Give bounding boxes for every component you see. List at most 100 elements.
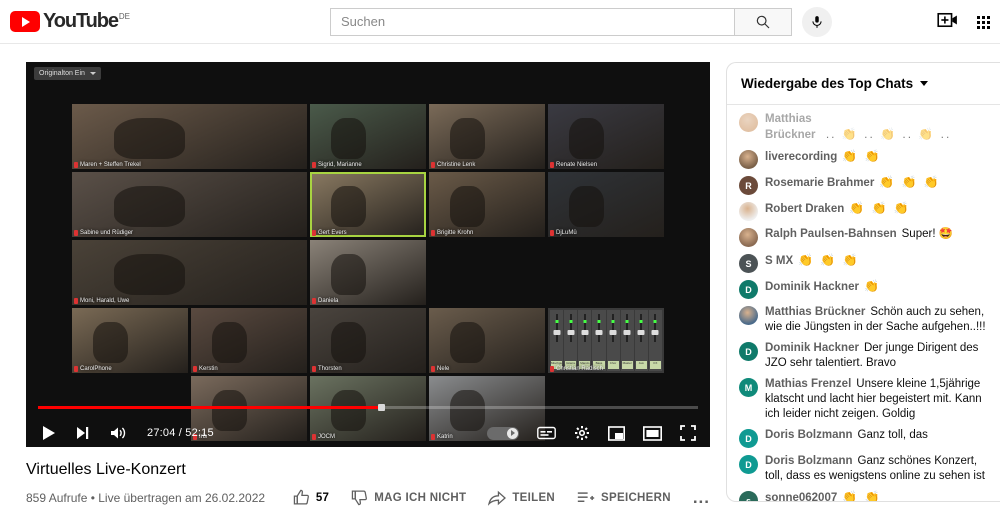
subtitles-button[interactable] xyxy=(537,426,556,440)
volume-button[interactable] xyxy=(110,426,127,440)
mixer-level-lamp xyxy=(555,320,559,323)
like-button[interactable]: 57 xyxy=(293,489,329,506)
participant-name-text: Daniela xyxy=(318,298,339,304)
video-player[interactable]: Originalton Ein Maren + Steffen Trekel Si… xyxy=(26,62,710,447)
more-icon: ... xyxy=(692,487,710,507)
participant-grid: Maren + Steffen Trekel Sigrid, Marianne Ch… xyxy=(72,104,664,447)
avatar[interactable]: s xyxy=(739,491,758,501)
avatar[interactable]: D xyxy=(739,280,758,299)
original-audio-badge[interactable]: Originalton Ein xyxy=(34,67,101,80)
chat-author[interactable]: S MX xyxy=(765,255,793,267)
live-chat-panel: Wiedergabe des Top Chats Matthias Brückn… xyxy=(726,62,1000,502)
mic-icon xyxy=(550,162,554,168)
chat-author[interactable]: Dominik Hackner xyxy=(765,342,859,354)
chat-text: Ganz toll, das xyxy=(857,429,928,441)
avatar[interactable] xyxy=(739,202,758,221)
participant-tile: CarolPhone xyxy=(72,308,188,373)
chat-author[interactable]: Robert Draken xyxy=(765,203,844,215)
chat-message-list[interactable]: Matthias Brückner .. 👏 .. 👏 .. 👏 .. liver… xyxy=(727,105,1000,501)
mic-icon xyxy=(74,230,78,236)
participant-tile: Gert Evers xyxy=(310,172,426,237)
chat-author[interactable]: Mathias Frenzel xyxy=(765,378,851,390)
progress-bar[interactable] xyxy=(38,404,698,411)
chat-message-body: Matthias Brückner Schön auch zu sehen, wi… xyxy=(765,305,990,335)
participant-name-text: Brigitte Krohn xyxy=(437,230,474,236)
masthead: YouTube DE xyxy=(0,0,1000,44)
avatar[interactable]: D xyxy=(739,429,758,448)
mic-icon xyxy=(193,366,197,372)
fullscreen-button[interactable] xyxy=(680,425,696,441)
search-input[interactable] xyxy=(341,14,735,29)
save-to-playlist-icon xyxy=(577,491,595,502)
avatar[interactable] xyxy=(739,113,758,132)
settings-gear-button[interactable] xyxy=(574,425,590,441)
chat-author[interactable]: Matthias Brückner xyxy=(765,113,816,141)
chat-author[interactable]: Rosemarie Brahmer xyxy=(765,177,874,189)
avatar[interactable]: D xyxy=(739,342,758,361)
theater-icon xyxy=(643,425,662,441)
avatar[interactable]: R xyxy=(739,176,758,195)
apps-grid-icon xyxy=(977,15,980,19)
participant-name: Kerstin xyxy=(193,366,218,372)
chat-text: .. 👏 .. 👏 .. 👏 .. xyxy=(820,127,952,141)
miniplayer-button[interactable] xyxy=(608,425,625,441)
avatar[interactable]: M xyxy=(739,378,758,397)
progress-knob[interactable] xyxy=(378,404,386,411)
video-title: Virtuelles Live-Konzert xyxy=(26,461,186,478)
chat-text: 👏 👏 👏 xyxy=(798,253,860,267)
search-area xyxy=(330,6,833,37)
chat-message-body: sonne062007 👏 👏 xyxy=(765,490,881,501)
search-button[interactable] xyxy=(734,7,793,36)
avatar[interactable] xyxy=(739,306,758,325)
thumbs-down-icon xyxy=(352,490,368,506)
voice-search-button[interactable] xyxy=(802,6,833,37)
search-box[interactable] xyxy=(330,7,735,36)
dislike-button[interactable]: MAG ICH NICHT xyxy=(351,489,466,506)
mixer-channel-strip: Bass xyxy=(592,310,606,371)
mic-icon xyxy=(431,230,435,236)
mic-icon xyxy=(312,298,316,304)
participant-name: Christian Radisch xyxy=(550,366,603,372)
theater-mode-button[interactable] xyxy=(643,425,662,441)
chat-author[interactable]: Ralph Paulsen-Bahnsen xyxy=(765,228,897,240)
video-meta-row: 859 Aufrufe • Live übertragen am 26.02.2… xyxy=(26,489,710,506)
create-video-button[interactable] xyxy=(937,12,959,33)
participant-video-frame xyxy=(449,186,485,227)
avatar[interactable] xyxy=(739,228,758,247)
chat-author[interactable]: sonne062007 xyxy=(765,492,837,501)
mixer-channel-strip: Gitarre xyxy=(564,310,578,371)
chat-message-body: Rosemarie Brahmer 👏 👏 👏 xyxy=(765,175,941,191)
avatar[interactable]: D xyxy=(739,455,758,474)
chat-message: M Mathias Frenzel Unsere kleine 1,5jährige… xyxy=(727,374,1000,425)
participant-name-text: DjLuMü xyxy=(556,230,577,236)
play-button[interactable] xyxy=(42,425,56,441)
progress-played xyxy=(38,404,386,411)
participant-name-text: Maren + Steffen Trekel xyxy=(80,162,141,168)
participant-name: Gert Evers xyxy=(312,230,347,236)
original-audio-label: Originalton Ein xyxy=(39,70,85,77)
thumbs-up-icon xyxy=(293,489,309,505)
chat-author[interactable]: Matthias Brückner xyxy=(765,306,865,318)
avatar[interactable]: S xyxy=(739,254,758,273)
mic-icon xyxy=(74,298,78,304)
primary-column: Originalton Ein Maren + Steffen Trekel Si… xyxy=(26,62,710,506)
avatar[interactable] xyxy=(739,150,758,169)
participant-tile: Christine Lenk xyxy=(429,104,545,169)
chat-message: D Doris Bolzmann Ganz toll, das xyxy=(727,425,1000,451)
participant-video-frame xyxy=(330,322,366,363)
next-video-button[interactable] xyxy=(76,426,90,440)
chat-author[interactable]: Dominik Hackner xyxy=(765,281,859,293)
share-button[interactable]: TEILEN xyxy=(488,490,555,506)
chat-author[interactable]: Doris Bolzmann xyxy=(765,455,853,467)
more-actions-button[interactable]: ... xyxy=(692,487,710,507)
apps-grid-button[interactable] xyxy=(977,15,990,29)
save-button[interactable]: SPEICHERN xyxy=(577,490,671,506)
mic-icon xyxy=(431,366,435,372)
autoplay-toggle[interactable] xyxy=(487,426,519,440)
youtube-logo[interactable]: YouTube DE xyxy=(10,11,130,32)
chat-author[interactable]: liverecording xyxy=(765,151,837,163)
participant-name: CarolPhone xyxy=(74,366,112,372)
chat-header[interactable]: Wiedergabe des Top Chats xyxy=(727,63,1000,105)
participant-name: Sabine und Rüdiger xyxy=(74,230,133,236)
chat-author[interactable]: Doris Bolzmann xyxy=(765,429,853,441)
